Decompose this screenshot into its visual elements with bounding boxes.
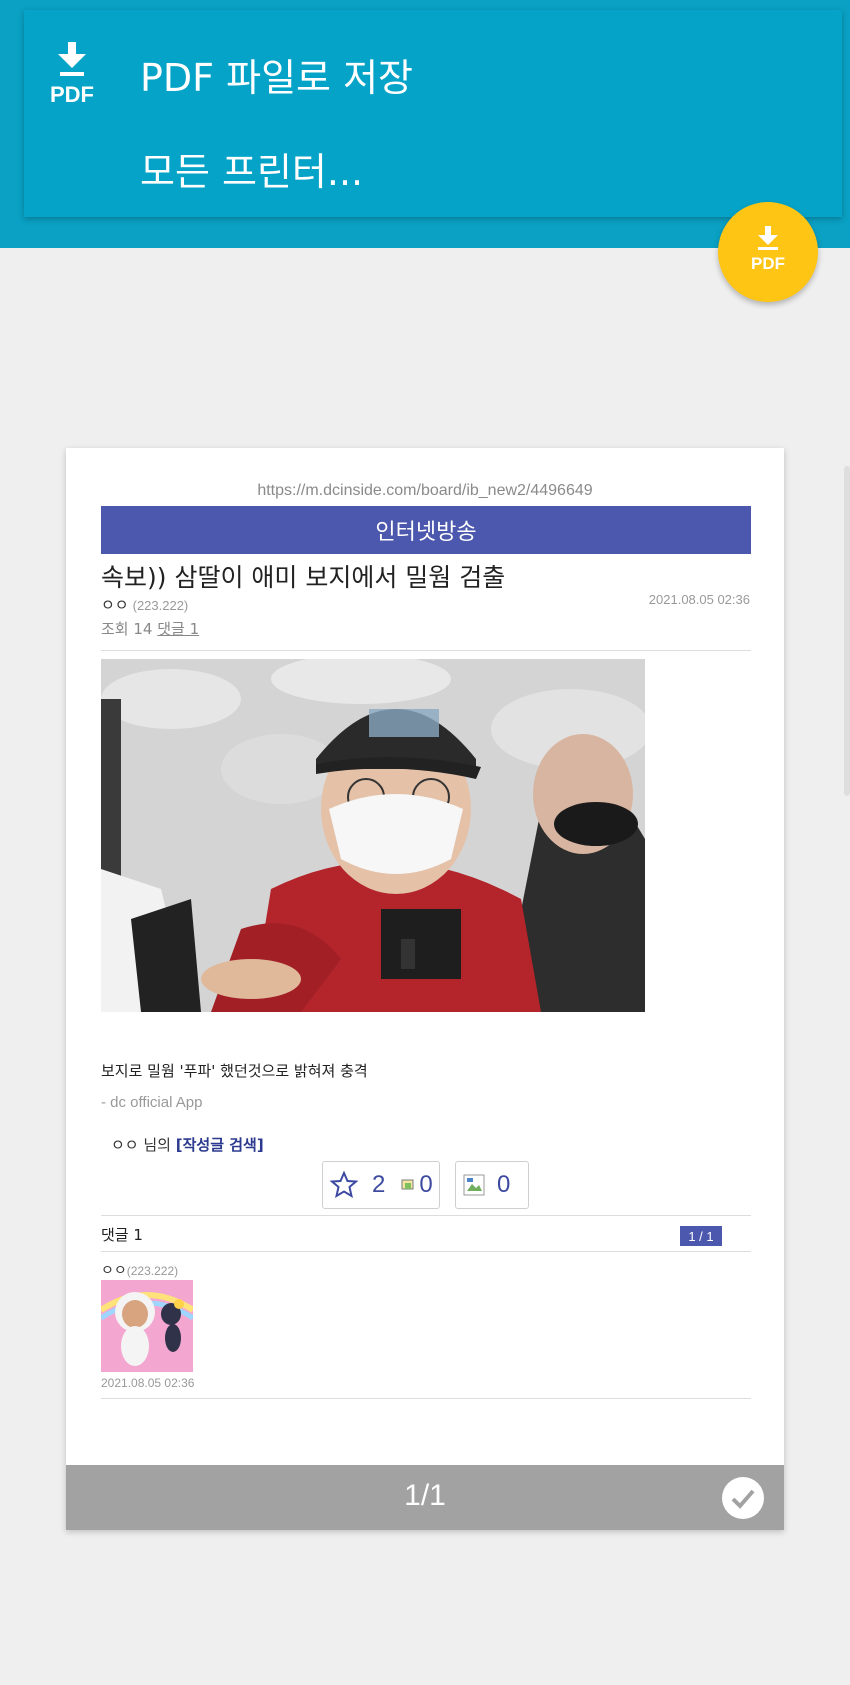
- divider: [101, 1398, 751, 1399]
- post-title: 속보)) 삼딸이 애미 보지에서 밀웜 검출: [101, 563, 506, 592]
- comment-sticker-image: [101, 1280, 193, 1372]
- fixed-vote-icon: [401, 1179, 414, 1190]
- post-photo: [101, 659, 645, 1012]
- upvote-count: 2: [372, 1171, 386, 1198]
- scrollbar[interactable]: [844, 466, 850, 796]
- byline-name: ㅇㅇ 님의: [111, 1136, 171, 1154]
- all-printers-option[interactable]: 모든 프린터...: [24, 128, 842, 208]
- comment-count-link[interactable]: 댓글 1: [157, 620, 199, 638]
- divider: [101, 650, 751, 651]
- comment-author-name: ㅇㅇ: [101, 1263, 127, 1279]
- divider: [101, 1215, 751, 1216]
- downvote-count: 0: [497, 1171, 511, 1198]
- comment-author-ip: (223.222): [126, 1264, 179, 1278]
- broken-image-icon: [463, 1174, 485, 1196]
- page-counter: 1/1: [404, 1479, 446, 1512]
- page-footer: 1/1: [66, 1465, 784, 1530]
- downvote-button[interactable]: 0: [455, 1161, 529, 1209]
- comment-date: 2021.08.05 02:36: [101, 1376, 195, 1390]
- save-as-pdf-label: PDF 파일로 저장: [140, 55, 413, 100]
- page-selected-toggle[interactable]: [722, 1477, 764, 1519]
- fixed-vote-count: 0: [419, 1171, 433, 1198]
- fab-pdf-text: PDF: [751, 254, 785, 273]
- author-ip: (223.222): [132, 598, 189, 613]
- view-count: 조회 14: [101, 620, 153, 638]
- post-date: 2021.08.05 02:36: [648, 592, 750, 607]
- pdf-download-icon: PDF: [751, 226, 785, 273]
- print-destination-menu: PDF PDF 파일로 저장 모든 프린터...: [24, 10, 842, 217]
- board-category-bar: 인터넷방송: [101, 506, 751, 554]
- author-posts-search-link[interactable]: [작성글 검색]: [176, 1136, 264, 1154]
- app-signature: - dc official App: [101, 1094, 203, 1111]
- comment-pager[interactable]: 1 / 1: [680, 1226, 722, 1246]
- author-name: ㅇㅇ: [101, 596, 129, 614]
- save-as-pdf-option[interactable]: PDF PDF 파일로 저장: [24, 34, 842, 114]
- download-pdf-button[interactable]: PDF: [718, 202, 818, 302]
- check-icon: [731, 1489, 755, 1509]
- pdf-download-icon: PDF: [44, 40, 100, 110]
- post-body-text: 보지로 밀웜 '푸파' 했던것으로 밝혀져 충격: [101, 1062, 368, 1080]
- pdf-icon-text: PDF: [50, 82, 94, 107]
- all-printers-label: 모든 프린터...: [140, 149, 364, 194]
- post-stats: 조회 14 댓글 1: [101, 618, 199, 639]
- upvote-button[interactable]: 2 0: [322, 1161, 440, 1209]
- page-url: https://m.dcinside.com/board/ib_new2/449…: [257, 482, 593, 499]
- print-preview-page: https://m.dcinside.com/board/ib_new2/449…: [66, 448, 784, 1530]
- star-icon: [330, 1171, 358, 1199]
- divider: [101, 1251, 751, 1252]
- comment-author: ㅇㅇ(223.222): [101, 1260, 178, 1280]
- post-author: ㅇㅇ (223.222): [101, 594, 188, 615]
- comment-header: 댓글 1: [101, 1226, 143, 1244]
- author-byline: ㅇㅇ 님의 [작성글 검색]: [111, 1134, 264, 1155]
